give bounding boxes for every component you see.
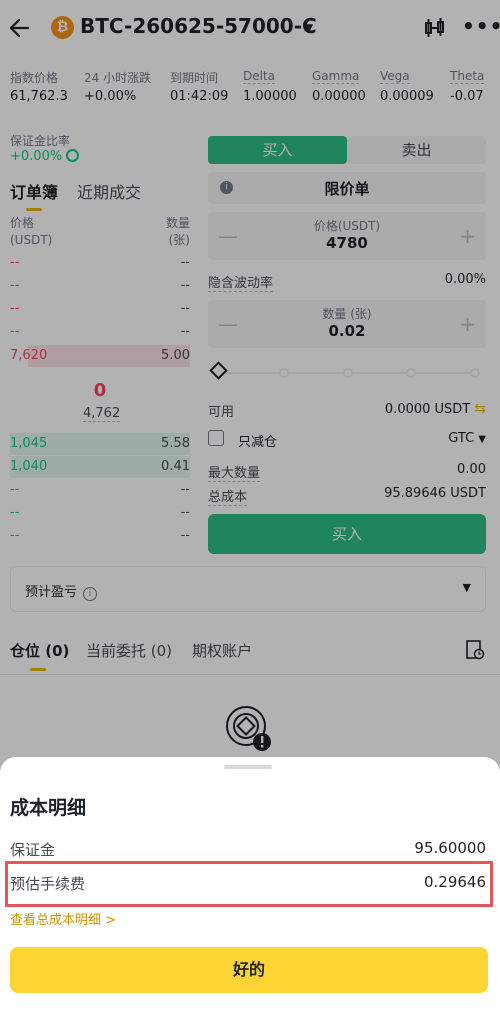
sheet-title: 成本明细 bbox=[10, 797, 87, 819]
margin-cost-label: 保证金 bbox=[10, 841, 56, 859]
margin-cost-value: 95.60000 bbox=[414, 839, 486, 857]
view-total-cost-link[interactable]: 查看总成本明细 > bbox=[10, 909, 116, 928]
estimated-fee-value: 0.29646 bbox=[423, 873, 486, 891]
ok-button[interactable]: 好的 bbox=[10, 947, 488, 993]
estimated-fee-label: 预估手续费 bbox=[10, 875, 86, 893]
estimated-fee-row: 预估手续费 0.29646 bbox=[10, 865, 488, 901]
cost-breakdown-sheet: 成本明细 保证金 95.60000 预估手续费 0.29646 查看总成本明细 … bbox=[0, 757, 500, 1015]
drag-handle[interactable] bbox=[224, 765, 272, 769]
